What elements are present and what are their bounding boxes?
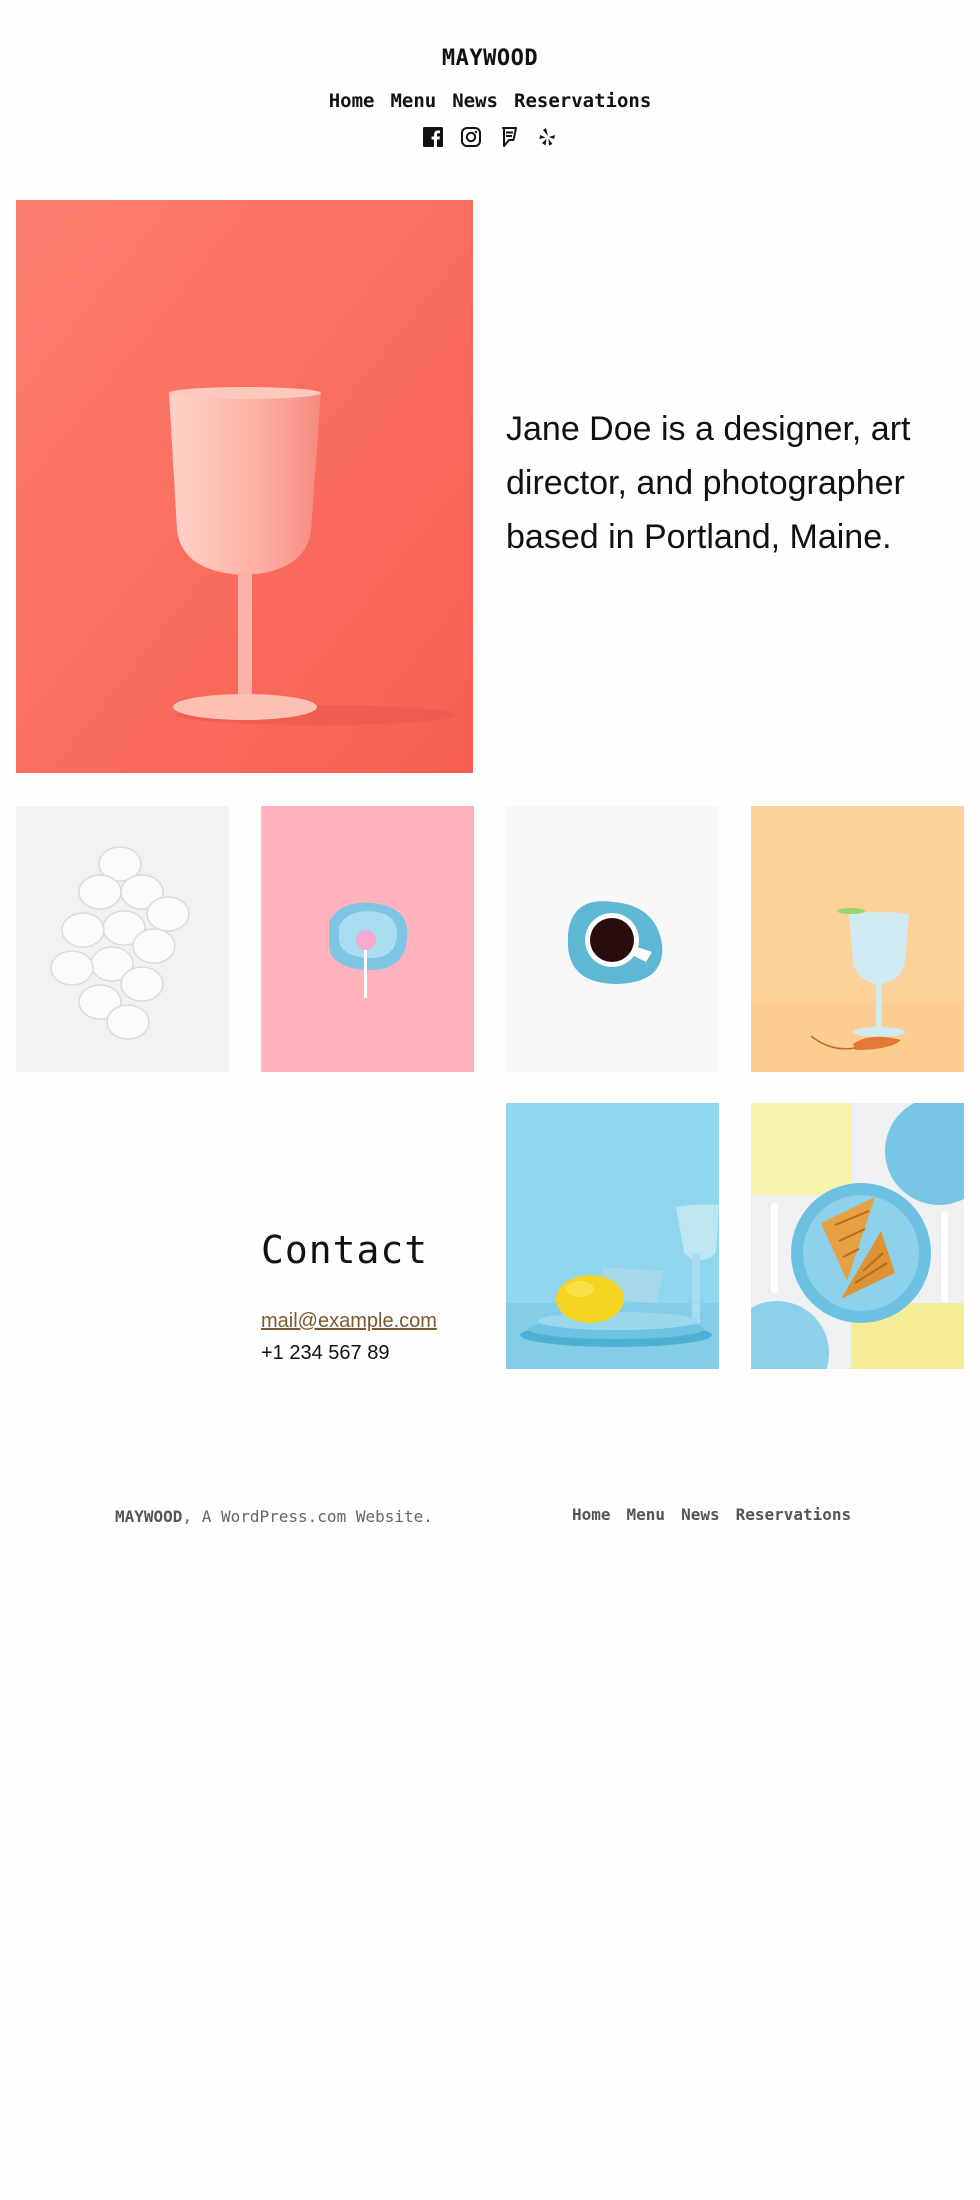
contact-phone: +1 234 567 89 <box>261 1342 390 1364</box>
instagram-icon[interactable] <box>460 126 482 148</box>
yelp-icon[interactable] <box>536 126 558 148</box>
site-title[interactable]: MAYWOOD <box>0 46 980 71</box>
footer-credit: MAYWOOD, A WordPress.com Website. <box>115 1507 433 1526</box>
footer-nav-news[interactable]: News <box>681 1505 720 1524</box>
nav-item-menu[interactable]: Menu <box>390 90 436 112</box>
nav-item-reservations[interactable]: Reservations <box>514 90 651 112</box>
coffee-cup-photo <box>506 806 719 1072</box>
main-nav: Home Menu News Reservations <box>0 90 980 112</box>
nav-item-home[interactable]: Home <box>329 90 375 112</box>
lollipop-photo <box>261 806 474 1072</box>
footer-nav-reservations[interactable]: Reservations <box>736 1505 852 1524</box>
wine-glass-photo <box>16 200 473 773</box>
footer-tagline: , A WordPress.com Website. <box>182 1507 433 1526</box>
glass-shrimp-photo <box>751 806 964 1072</box>
footer-brand[interactable]: MAYWOOD <box>115 1507 182 1526</box>
nav-item-news[interactable]: News <box>452 90 498 112</box>
contact-heading: Contact <box>261 1228 429 1272</box>
footer-nav-home[interactable]: Home <box>572 1505 611 1524</box>
bio-text: Jane Doe is a designer, art director, an… <box>506 410 911 556</box>
contact-email-link[interactable]: mail@example.com <box>261 1310 437 1333</box>
eggs-photo <box>16 806 229 1072</box>
waffles-photo <box>751 1103 964 1369</box>
facebook-icon[interactable] <box>422 126 444 148</box>
lemon-plates-photo <box>506 1103 719 1369</box>
social-links <box>0 126 980 148</box>
foursquare-icon[interactable] <box>498 126 520 148</box>
footer-nav-menu[interactable]: Menu <box>627 1505 666 1524</box>
footer-nav: Home Menu News Reservations <box>572 1505 851 1524</box>
